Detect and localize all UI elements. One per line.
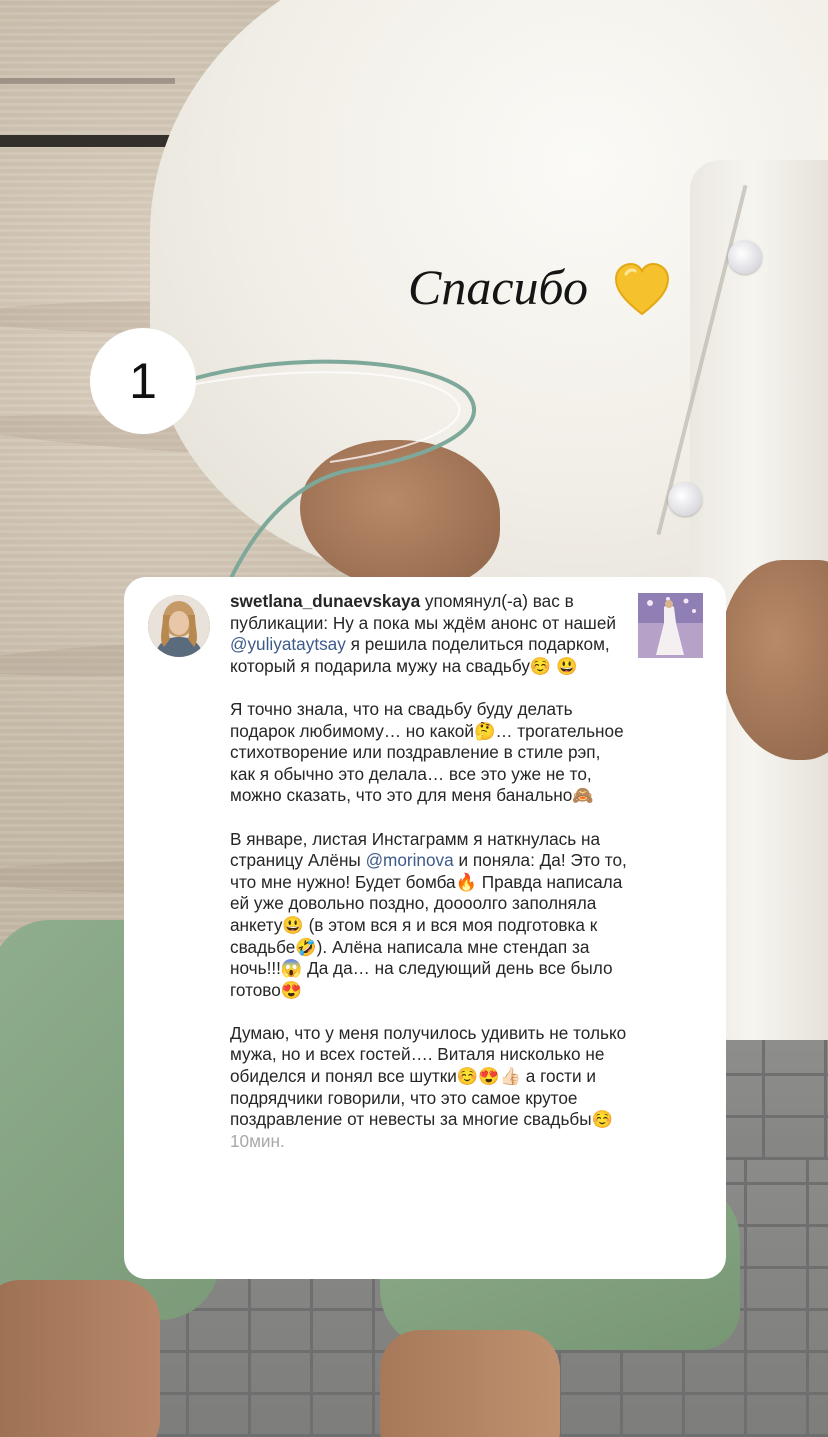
number-sticker: 1 bbox=[90, 328, 196, 434]
mention-link[interactable]: @morinova bbox=[366, 850, 454, 870]
caption-text: Думаю, что у меня получилось удивить не … bbox=[230, 1022, 627, 1130]
notification-paragraph: Думаю, что у меня получилось удивить не … bbox=[230, 1023, 628, 1153]
thanks-text: Спасибо bbox=[408, 259, 589, 315]
notification-paragraph: Я точно знала, что на свадьбу буду делат… bbox=[230, 698, 624, 806]
notification-paragraph: В январе, листая Инстаграмм я наткнулась… bbox=[230, 829, 628, 1002]
caption-text: и поняла: Да! Это то, что мне нужно! Буд… bbox=[230, 850, 627, 1000]
caption-text: Ну а пока мы ждём анонс от нашей bbox=[332, 612, 616, 633]
yellow-heart-icon bbox=[614, 262, 670, 316]
username-link[interactable]: swetlana_dunaevskaya bbox=[230, 591, 420, 611]
avatar[interactable] bbox=[148, 595, 210, 657]
timestamp: 10мин. bbox=[230, 1130, 285, 1151]
notification-text: swetlana_dunaevskaya упомянул(-а) вас в … bbox=[230, 591, 628, 1152]
post-thumbnail[interactable] bbox=[638, 593, 703, 658]
avatar-photo bbox=[148, 595, 210, 657]
mention-notification-card[interactable]: swetlana_dunaevskaya упомянул(-а) вас в … bbox=[124, 577, 726, 1279]
post-thumbnail-image bbox=[638, 593, 703, 658]
mention-link[interactable]: @yuliyataytsay bbox=[230, 634, 346, 654]
notification-paragraph: swetlana_dunaevskaya упомянул(-а) вас в … bbox=[230, 591, 628, 677]
